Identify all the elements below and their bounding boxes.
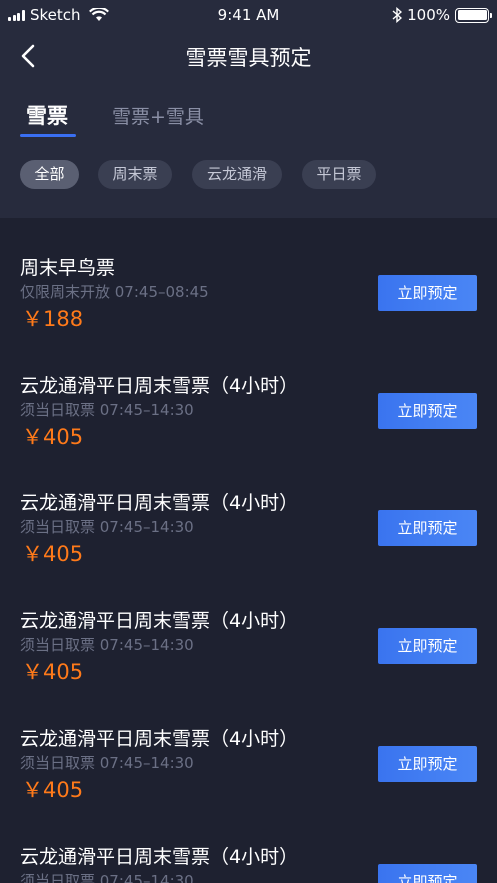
header-panel: Sketch 9:41 AM 100% 雪票雪具预定 雪票 雪票+雪具 全部 周…: [0, 0, 497, 218]
ticket-name: 云龙通滑平日周末雪票（4小时）: [20, 492, 299, 514]
ticket-price: ￥405: [22, 542, 84, 566]
book-now-button[interactable]: 立即预定: [378, 275, 477, 311]
ticket-price: ￥405: [22, 425, 84, 449]
list-item: 云龙通滑平日周末雪票（4小时） 须当日取票 07:45–14:30 ￥405 立…: [0, 724, 497, 842]
status-bar: Sketch 9:41 AM 100%: [0, 0, 497, 30]
nav-bar: 雪票雪具预定: [0, 36, 497, 76]
list-item: 周末早鸟票 仅限周末开放 07:45–08:45 ￥188 立即预定: [0, 253, 497, 371]
filter-weekend[interactable]: 周末票: [98, 160, 172, 189]
ticket-name: 云龙通滑平日周末雪票（4小时）: [20, 846, 299, 868]
book-now-button[interactable]: 立即预定: [378, 628, 477, 664]
tab-bar: 雪票 雪票+雪具: [0, 98, 497, 142]
book-now-button[interactable]: 立即预定: [378, 746, 477, 782]
page-title: 雪票雪具预定: [185, 46, 312, 70]
ticket-note: 须当日取票 07:45–14:30: [20, 636, 194, 654]
tab-active-indicator: [20, 134, 76, 137]
tab-ski-ticket[interactable]: 雪票: [26, 100, 68, 130]
filter-yunlong-pass[interactable]: 云龙通滑: [192, 160, 282, 189]
ticket-note: 须当日取票 07:45–14:30: [20, 401, 194, 419]
list-item: 云龙通滑平日周末雪票（4小时） 须当日取票 07:45–14:30 ￥405 立…: [0, 488, 497, 606]
list-item: 云龙通滑平日周末雪票（4小时） 须当日取票 07:45–14:30 ￥405 立…: [0, 371, 497, 489]
ticket-name: 云龙通滑平日周末雪票（4小时）: [20, 375, 299, 397]
ticket-name: 云龙通滑平日周末雪票（4小时）: [20, 610, 299, 632]
filter-weekday[interactable]: 平日票: [302, 160, 376, 189]
battery-icon: [455, 7, 492, 23]
ticket-price: ￥405: [22, 660, 84, 684]
bluetooth-icon: [392, 7, 403, 23]
ticket-name: 云龙通滑平日周末雪票（4小时）: [20, 728, 299, 750]
ticket-name: 周末早鸟票: [20, 257, 116, 279]
book-now-button[interactable]: 立即预定: [378, 510, 477, 546]
filter-all[interactable]: 全部: [20, 160, 79, 189]
battery-percent: 100%: [407, 6, 450, 24]
ticket-price: ￥405: [22, 778, 84, 802]
list-item: 云龙通滑平日周末雪票（4小时） 须当日取票 07:45–14:30 立即预定: [0, 842, 497, 883]
book-now-button[interactable]: 立即预定: [378, 393, 477, 429]
ticket-note: 须当日取票 07:45–14:30: [20, 872, 194, 883]
list-item: 云龙通滑平日周末雪票（4小时） 须当日取票 07:45–14:30 ￥405 立…: [0, 606, 497, 724]
ticket-note: 仅限周末开放 07:45–08:45: [20, 283, 209, 301]
ticket-note: 须当日取票 07:45–14:30: [20, 754, 194, 772]
ticket-note: 须当日取票 07:45–14:30: [20, 518, 194, 536]
filter-chips: 全部 周末票 云龙通滑 平日票: [0, 160, 497, 190]
tab-ticket-and-gear[interactable]: 雪票+雪具: [112, 102, 204, 129]
ticket-price: ￥188: [22, 307, 84, 331]
book-now-button[interactable]: 立即预定: [378, 864, 477, 883]
